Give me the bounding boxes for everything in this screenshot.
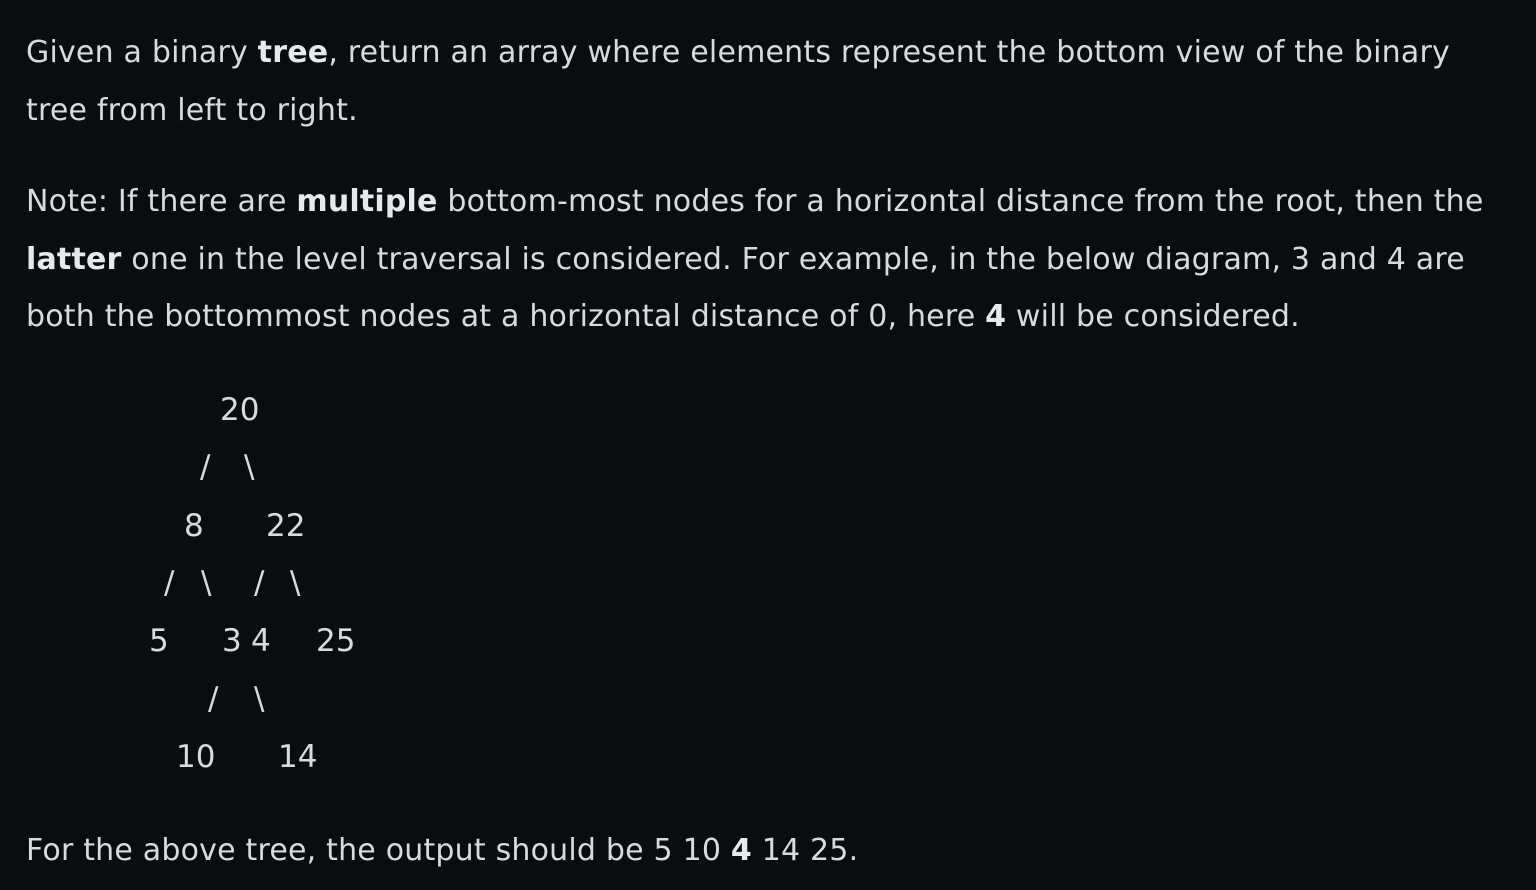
output-suffix: 14 25. — [751, 833, 859, 868]
tree-edge-8-left: / — [164, 565, 175, 601]
output-prefix: For the above tree, the output should be… — [26, 833, 731, 868]
tree-node-5: 5 — [149, 623, 169, 659]
note-middle: bottom-most nodes for a horizontal dista… — [437, 184, 1484, 219]
tree-diagram: 20 / \ 8 22 / \ / \ 5 3 4 25 / \ 10 14 — [0, 0, 400, 773]
tree-node-4: 4 — [251, 623, 271, 659]
tree-edge-4-right: \ — [254, 681, 265, 717]
tree-node-10: 10 — [176, 739, 216, 775]
tree-node-14: 14 — [278, 739, 318, 775]
tree-edge-3-left: / — [208, 681, 219, 717]
tree-edge-22-left: / — [254, 565, 265, 601]
tree-node-22: 22 — [266, 508, 306, 544]
tree-edge-8-right: \ — [201, 565, 212, 601]
output-paragraph: For the above tree, the output should be… — [26, 822, 858, 879]
tree-edge-22-right: \ — [290, 565, 301, 601]
tree-edge-root-left: / — [200, 449, 211, 485]
tree-node-25: 25 — [316, 623, 356, 659]
tree-node-3: 3 — [222, 623, 242, 659]
note-bold-highlight: 4 — [985, 299, 1007, 334]
output-bold-highlight: 4 — [730, 833, 752, 868]
tree-edge-root-right: \ — [244, 449, 255, 485]
tree-node-root: 20 — [220, 392, 260, 428]
tree-node-8: 8 — [184, 508, 204, 544]
note-suffix: will be considered. — [1006, 299, 1300, 334]
